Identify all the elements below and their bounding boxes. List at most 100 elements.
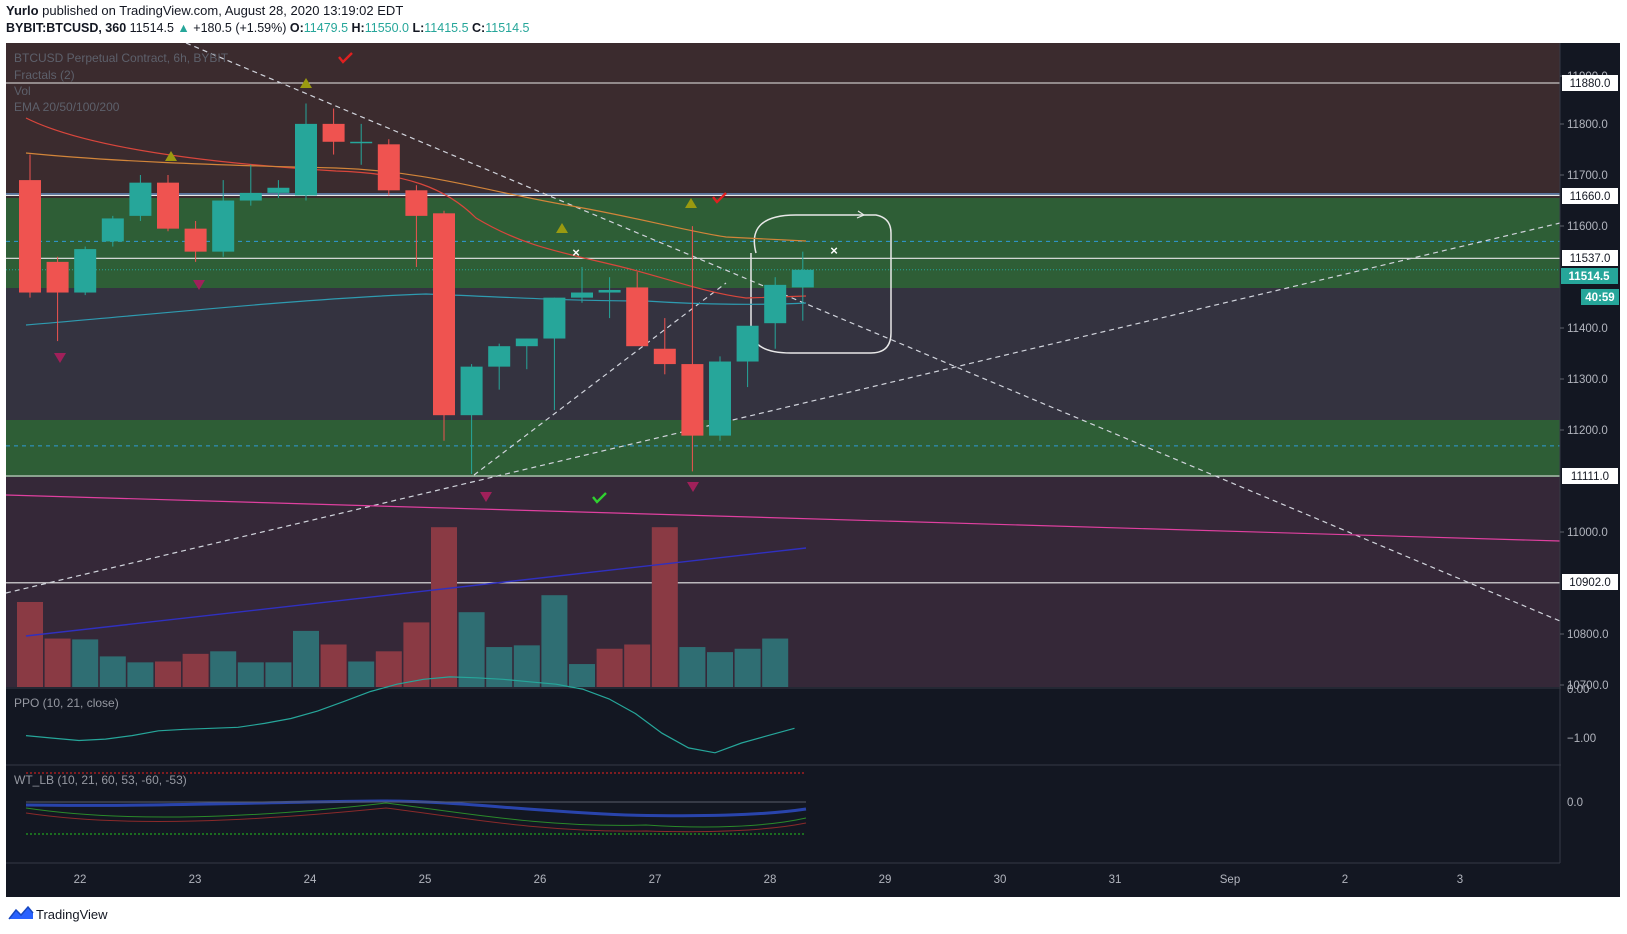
candle-body bbox=[433, 213, 455, 416]
time-tick-label: 30 bbox=[994, 874, 1007, 886]
price-change: +180.5 (+1.59%) bbox=[193, 21, 287, 35]
symbol-name: BYBIT:BTCUSD, 360 bbox=[6, 21, 127, 35]
volume-bar bbox=[569, 664, 595, 687]
candle-body bbox=[653, 348, 676, 365]
x-mark-icon: × bbox=[830, 243, 838, 258]
time-tick-label: 29 bbox=[879, 874, 892, 886]
tradingview-brand[interactable]: TradingView bbox=[36, 907, 108, 922]
wt-pane: WT_LB (10, 21, 60, 53, -60, -53) bbox=[6, 764, 1620, 835]
volume-bar bbox=[127, 662, 154, 687]
ppo-legend[interactable]: PPO (10, 21, close) bbox=[14, 696, 119, 710]
volume-bar bbox=[375, 651, 402, 687]
candle-body bbox=[681, 364, 704, 436]
candle-body bbox=[350, 141, 373, 144]
price-axis[interactable]: 11900.011880.011800.011700.011660.011600… bbox=[1559, 43, 1620, 863]
tradingview-logo-icon[interactable] bbox=[8, 905, 34, 921]
close-label: C: bbox=[472, 21, 486, 35]
symbol-bar: BYBIT:BTCUSD, 360 11514.5 ▲ +180.5 (+1.5… bbox=[6, 21, 530, 35]
candle-body bbox=[46, 261, 69, 293]
volume-bar bbox=[44, 638, 71, 687]
candle-body bbox=[405, 190, 428, 216]
open-value: 11479.5 bbox=[303, 21, 349, 35]
wt-tick-0: 0.0 bbox=[1567, 797, 1583, 809]
time-tick-label: 22 bbox=[74, 874, 87, 886]
high-value: 11550.0 bbox=[364, 21, 409, 35]
volume-bar bbox=[707, 652, 733, 687]
zones bbox=[6, 43, 1560, 687]
volume-bar bbox=[72, 639, 99, 687]
price-tick-label: 11000.0 bbox=[1567, 527, 1608, 539]
time-tick-label: 31 bbox=[1109, 874, 1122, 886]
volume-bar bbox=[762, 638, 789, 687]
price-tick-label: 11700.0 bbox=[1567, 170, 1608, 182]
time-tick-label: 3 bbox=[1457, 874, 1463, 886]
close-value: 11514.5 bbox=[485, 21, 530, 35]
candle-body bbox=[764, 284, 787, 324]
volume-bar bbox=[403, 622, 430, 687]
candle-body bbox=[709, 361, 731, 436]
price-tick-label: 11200.0 bbox=[1567, 425, 1608, 437]
low-value: 11415.5 bbox=[424, 21, 469, 35]
volume-bar bbox=[541, 595, 568, 687]
volume-bar bbox=[210, 651, 237, 687]
time-tick-label: 24 bbox=[304, 874, 317, 886]
time-tick-label: Sep bbox=[1220, 874, 1240, 886]
candle-body bbox=[598, 289, 621, 293]
price-tick-label: 10800.0 bbox=[1567, 629, 1609, 641]
publish-info: Yurlo published on TradingView.com, Augu… bbox=[6, 3, 403, 18]
volume-bar bbox=[293, 630, 319, 687]
price-level-label: 11880.0 bbox=[1570, 78, 1611, 90]
legend-ema[interactable]: EMA 20/50/100/200 bbox=[14, 100, 120, 114]
price-level-label: 11660.0 bbox=[1570, 191, 1611, 203]
author-name[interactable]: Yurlo bbox=[6, 3, 39, 18]
chart-svg[interactable]: × × BTCUSD Perpetual Contract, 6h, BYBIT… bbox=[6, 43, 1620, 897]
candle-body bbox=[101, 218, 124, 242]
volume-bar bbox=[679, 647, 706, 687]
candle-body bbox=[157, 182, 179, 229]
ppo-pane: PPO (10, 21, close) bbox=[6, 676, 1620, 754]
time-tick-label: 27 bbox=[649, 874, 662, 886]
chart-frame[interactable]: × × BTCUSD Perpetual Contract, 6h, BYBIT… bbox=[6, 43, 1620, 897]
price-level-label: 11111.0 bbox=[1571, 471, 1609, 483]
time-tick-label: 26 bbox=[534, 874, 547, 886]
volume-bar bbox=[348, 661, 375, 687]
volume-bar bbox=[99, 656, 126, 687]
candle-body bbox=[74, 249, 97, 293]
candle-body bbox=[267, 187, 290, 193]
time-axis[interactable]: 22 23 24 25 26 27 28 29 30 31 Sep 2 3 bbox=[6, 862, 1560, 886]
zone-green-lower bbox=[6, 420, 1560, 477]
candle-body bbox=[295, 123, 317, 196]
candle-body bbox=[488, 346, 511, 367]
wt-wave-2 bbox=[25, 807, 807, 833]
time-tick-label: 25 bbox=[419, 874, 432, 886]
candle-body bbox=[377, 144, 400, 191]
volume-bar bbox=[624, 644, 651, 687]
time-tick-label: 2 bbox=[1342, 874, 1348, 886]
high-label: H: bbox=[351, 21, 365, 35]
countdown-label: 40:59 bbox=[1585, 292, 1614, 304]
volume-bar bbox=[237, 662, 264, 687]
volume-bar bbox=[320, 644, 347, 687]
volume-bar bbox=[265, 662, 292, 687]
zone-resistance bbox=[6, 43, 1560, 198]
zone-green-upper bbox=[6, 198, 1560, 288]
price-level-label: 10902.0 bbox=[1569, 577, 1611, 589]
volume-bar bbox=[182, 653, 209, 687]
candle-body bbox=[736, 325, 759, 362]
candle-body bbox=[791, 269, 814, 288]
candle-body bbox=[460, 366, 483, 416]
volume-bar bbox=[651, 527, 678, 687]
volume-bar bbox=[17, 602, 43, 687]
open-label: O: bbox=[289, 21, 304, 35]
volume-bar bbox=[486, 647, 513, 687]
up-triangle-icon: ▲ bbox=[177, 21, 190, 35]
price-tick-label: 11300.0 bbox=[1567, 374, 1608, 386]
price-tick-label: 11400.0 bbox=[1567, 323, 1608, 335]
legend-vol[interactable]: Vol bbox=[14, 84, 31, 98]
candle-body bbox=[19, 180, 41, 293]
candle-body bbox=[571, 292, 593, 298]
candle-body bbox=[543, 297, 566, 339]
wt-legend[interactable]: WT_LB (10, 21, 60, 53, -60, -53) bbox=[14, 773, 187, 787]
candle-body bbox=[626, 287, 649, 347]
legend-fractals[interactable]: Fractals (2) bbox=[14, 68, 75, 82]
